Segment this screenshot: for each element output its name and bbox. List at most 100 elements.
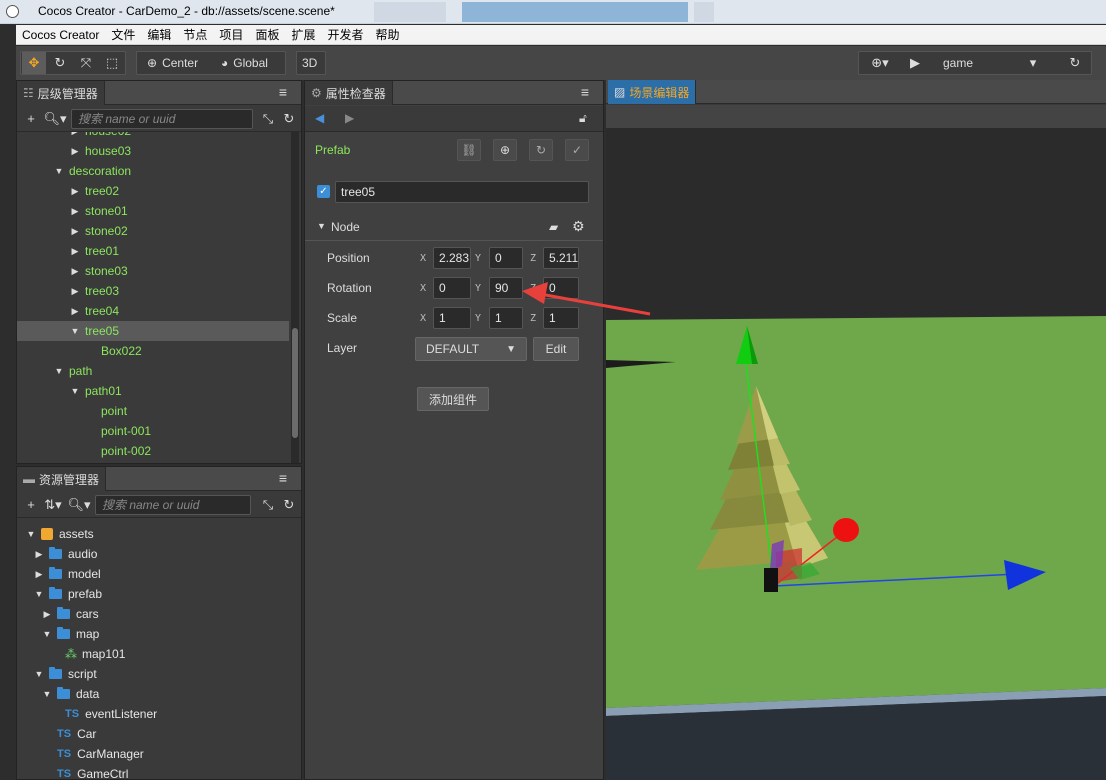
assets-search-input[interactable]: 搜索 name or uuid bbox=[95, 495, 251, 515]
chevron-down-icon[interactable]: ▼ bbox=[25, 524, 37, 544]
node-section-header[interactable]: ▼ Node ▰ ⚙ bbox=[305, 215, 603, 241]
hierarchy-node[interactable]: point-001 bbox=[17, 421, 289, 441]
chevron-down-icon[interactable]: ▼ bbox=[53, 161, 65, 181]
asset-item[interactable]: TS CarManager bbox=[17, 744, 301, 764]
hierarchy-node[interactable]: ▼ path bbox=[17, 361, 289, 381]
menu-item-node[interactable]: 节点 bbox=[183, 26, 207, 43]
chevron-down-icon[interactable]: ▼ bbox=[33, 664, 45, 684]
back-arrow-icon[interactable]: ◀ bbox=[315, 111, 324, 125]
refresh-preview-button[interactable]: ↻ bbox=[1063, 52, 1087, 74]
hierarchy-node[interactable]: point-002 bbox=[17, 441, 289, 461]
menu-item-edit[interactable]: 编辑 bbox=[147, 26, 171, 43]
assets-menu-icon[interactable]: ≡ bbox=[275, 470, 291, 486]
hierarchy-node[interactable]: ▶ house02 bbox=[17, 132, 289, 141]
layer-edit-button[interactable]: Edit bbox=[533, 337, 579, 361]
hierarchy-node[interactable]: ▶ tree03 bbox=[17, 281, 289, 301]
hierarchy-node[interactable]: Box022 bbox=[17, 341, 289, 361]
menu-item-cocos-creator[interactable]: Cocos Creator bbox=[22, 28, 99, 42]
menu-item-extension[interactable]: 扩展 bbox=[291, 26, 315, 43]
chevron-right-icon[interactable]: ▶ bbox=[69, 201, 81, 221]
z-axis-handle[interactable] bbox=[833, 518, 859, 542]
hierarchy-menu-icon[interactable]: ≡ bbox=[275, 84, 291, 100]
tab-assets[interactable]: ▬ 资源管理器 bbox=[17, 467, 107, 491]
sort-icon[interactable]: ⇅▾ bbox=[41, 492, 65, 518]
hierarchy-node[interactable]: point bbox=[17, 401, 289, 421]
play-button[interactable]: ▶ bbox=[903, 52, 927, 74]
chevron-right-icon[interactable]: ▶ bbox=[69, 281, 81, 301]
chevron-right-icon[interactable]: ▶ bbox=[69, 221, 81, 241]
asset-item[interactable]: ▶ audio bbox=[17, 544, 301, 564]
hierarchy-node[interactable]: ▶ tree02 bbox=[17, 181, 289, 201]
chevron-down-icon[interactable]: ▼ bbox=[69, 321, 81, 341]
hierarchy-node[interactable]: ▶ stone03 bbox=[17, 261, 289, 281]
chevron-down-icon[interactable]: ▼ bbox=[33, 584, 45, 604]
scale-x-input[interactable]: 1 bbox=[433, 307, 471, 329]
rotation-x-input[interactable]: 0 bbox=[433, 277, 471, 299]
node-name-input[interactable]: tree05 bbox=[335, 181, 589, 203]
hierarchy-search-input[interactable]: 搜索 name or uuid bbox=[71, 109, 253, 129]
scale-tool-button[interactable]: ⤧ bbox=[74, 52, 98, 74]
chevron-down-icon[interactable]: ▼ bbox=[41, 684, 53, 704]
position-x-input[interactable]: 2.283 bbox=[433, 247, 471, 269]
asset-item[interactable]: ▼ assets bbox=[17, 524, 301, 544]
tab-hierarchy[interactable]: ☷ 层级管理器 bbox=[17, 81, 105, 105]
move-tool-button[interactable]: ✥ bbox=[22, 52, 46, 74]
layer-select[interactable]: DEFAULT ▼ bbox=[415, 337, 527, 361]
add-node-icon[interactable]: + bbox=[21, 106, 41, 132]
hierarchy-node[interactable]: ▶ house03 bbox=[17, 141, 289, 161]
tab-inspector[interactable]: ⚙ 属性检查器 bbox=[305, 81, 393, 105]
asset-item[interactable]: TS GameCtrl bbox=[17, 764, 301, 780]
asset-item[interactable]: ▶ cars bbox=[17, 604, 301, 624]
chevron-right-icon[interactable]: ▶ bbox=[41, 604, 53, 624]
add-component-button[interactable]: 添加组件 bbox=[417, 387, 489, 411]
node-enabled-checkbox[interactable]: ✓ bbox=[317, 185, 330, 198]
center-button[interactable]: ⊕ Center bbox=[147, 52, 198, 74]
asset-item[interactable]: ▶ model bbox=[17, 564, 301, 584]
menu-item-project[interactable]: 项目 bbox=[219, 26, 243, 43]
chevron-right-icon[interactable]: ▶ bbox=[69, 241, 81, 261]
hierarchy-node[interactable]: ▶ stone02 bbox=[17, 221, 289, 241]
asset-item[interactable]: TS eventListener bbox=[17, 704, 301, 724]
chevron-right-icon[interactable]: ▶ bbox=[69, 132, 81, 141]
unlock-icon[interactable]: 🔓︎ bbox=[579, 111, 587, 126]
menu-item-file[interactable]: 文件 bbox=[111, 26, 135, 43]
book-icon[interactable]: ▰ bbox=[549, 220, 558, 234]
locate-prefab-button[interactable]: ⊕ bbox=[493, 139, 517, 161]
asset-item[interactable]: TS Car bbox=[17, 724, 301, 744]
menu-item-panel[interactable]: 面板 bbox=[255, 26, 279, 43]
collapse-all-icon[interactable]: ⤡ bbox=[259, 492, 277, 518]
menu-item-developer[interactable]: 开发者 bbox=[327, 26, 363, 43]
add-asset-icon[interactable]: + bbox=[21, 492, 41, 518]
rotate-tool-button[interactable]: ↻ bbox=[48, 52, 72, 74]
refresh-icon[interactable]: ↻ bbox=[280, 106, 298, 132]
search-type-icon[interactable]: 🔍︎▾ bbox=[43, 106, 67, 132]
hierarchy-node[interactable]: ▶ stone01 bbox=[17, 201, 289, 221]
collapse-all-icon[interactable]: ⤡ bbox=[259, 106, 277, 132]
hierarchy-node[interactable]: ▼ tree05 bbox=[17, 321, 289, 341]
chevron-right-icon[interactable]: ▶ bbox=[69, 141, 81, 161]
asset-item[interactable]: ▼ data bbox=[17, 684, 301, 704]
position-z-input[interactable]: 5.211 bbox=[543, 247, 579, 269]
chevron-right-icon[interactable]: ▶ bbox=[33, 544, 45, 564]
scene-viewport[interactable] bbox=[606, 128, 1106, 780]
mode-3d-button[interactable]: 3D bbox=[296, 51, 326, 75]
apply-prefab-button[interactable]: ✓ bbox=[565, 139, 589, 161]
hierarchy-node[interactable]: ▶ tree01 bbox=[17, 241, 289, 261]
asset-item[interactable]: ⁂ map101 bbox=[17, 644, 301, 664]
hierarchy-scroll-thumb[interactable] bbox=[292, 328, 298, 438]
chevron-right-icon[interactable]: ▶ bbox=[69, 181, 81, 201]
asset-item[interactable]: ▼ script bbox=[17, 664, 301, 684]
asset-item[interactable]: ▼ prefab bbox=[17, 584, 301, 604]
hierarchy-node[interactable]: ▼ path01 bbox=[17, 381, 289, 401]
chevron-right-icon[interactable]: ▶ bbox=[33, 564, 45, 584]
unlink-prefab-button[interactable]: ⛓ bbox=[457, 139, 481, 161]
hierarchy-node[interactable]: ▼ descoration bbox=[17, 161, 289, 181]
chevron-right-icon[interactable]: ▶ bbox=[69, 261, 81, 281]
search-type-icon[interactable]: 🔍︎▾ bbox=[67, 492, 91, 518]
platform-dropdown-arrow[interactable]: ▾ bbox=[1021, 52, 1045, 74]
tab-scene-editor[interactable]: ▨ 场景编辑器 bbox=[608, 80, 697, 104]
chevron-right-icon[interactable]: ▶ bbox=[69, 301, 81, 321]
inspector-menu-icon[interactable]: ≡ bbox=[577, 84, 593, 100]
hierarchy-node[interactable]: ▶ tree04 bbox=[17, 301, 289, 321]
platform-select[interactable]: game bbox=[943, 52, 973, 74]
